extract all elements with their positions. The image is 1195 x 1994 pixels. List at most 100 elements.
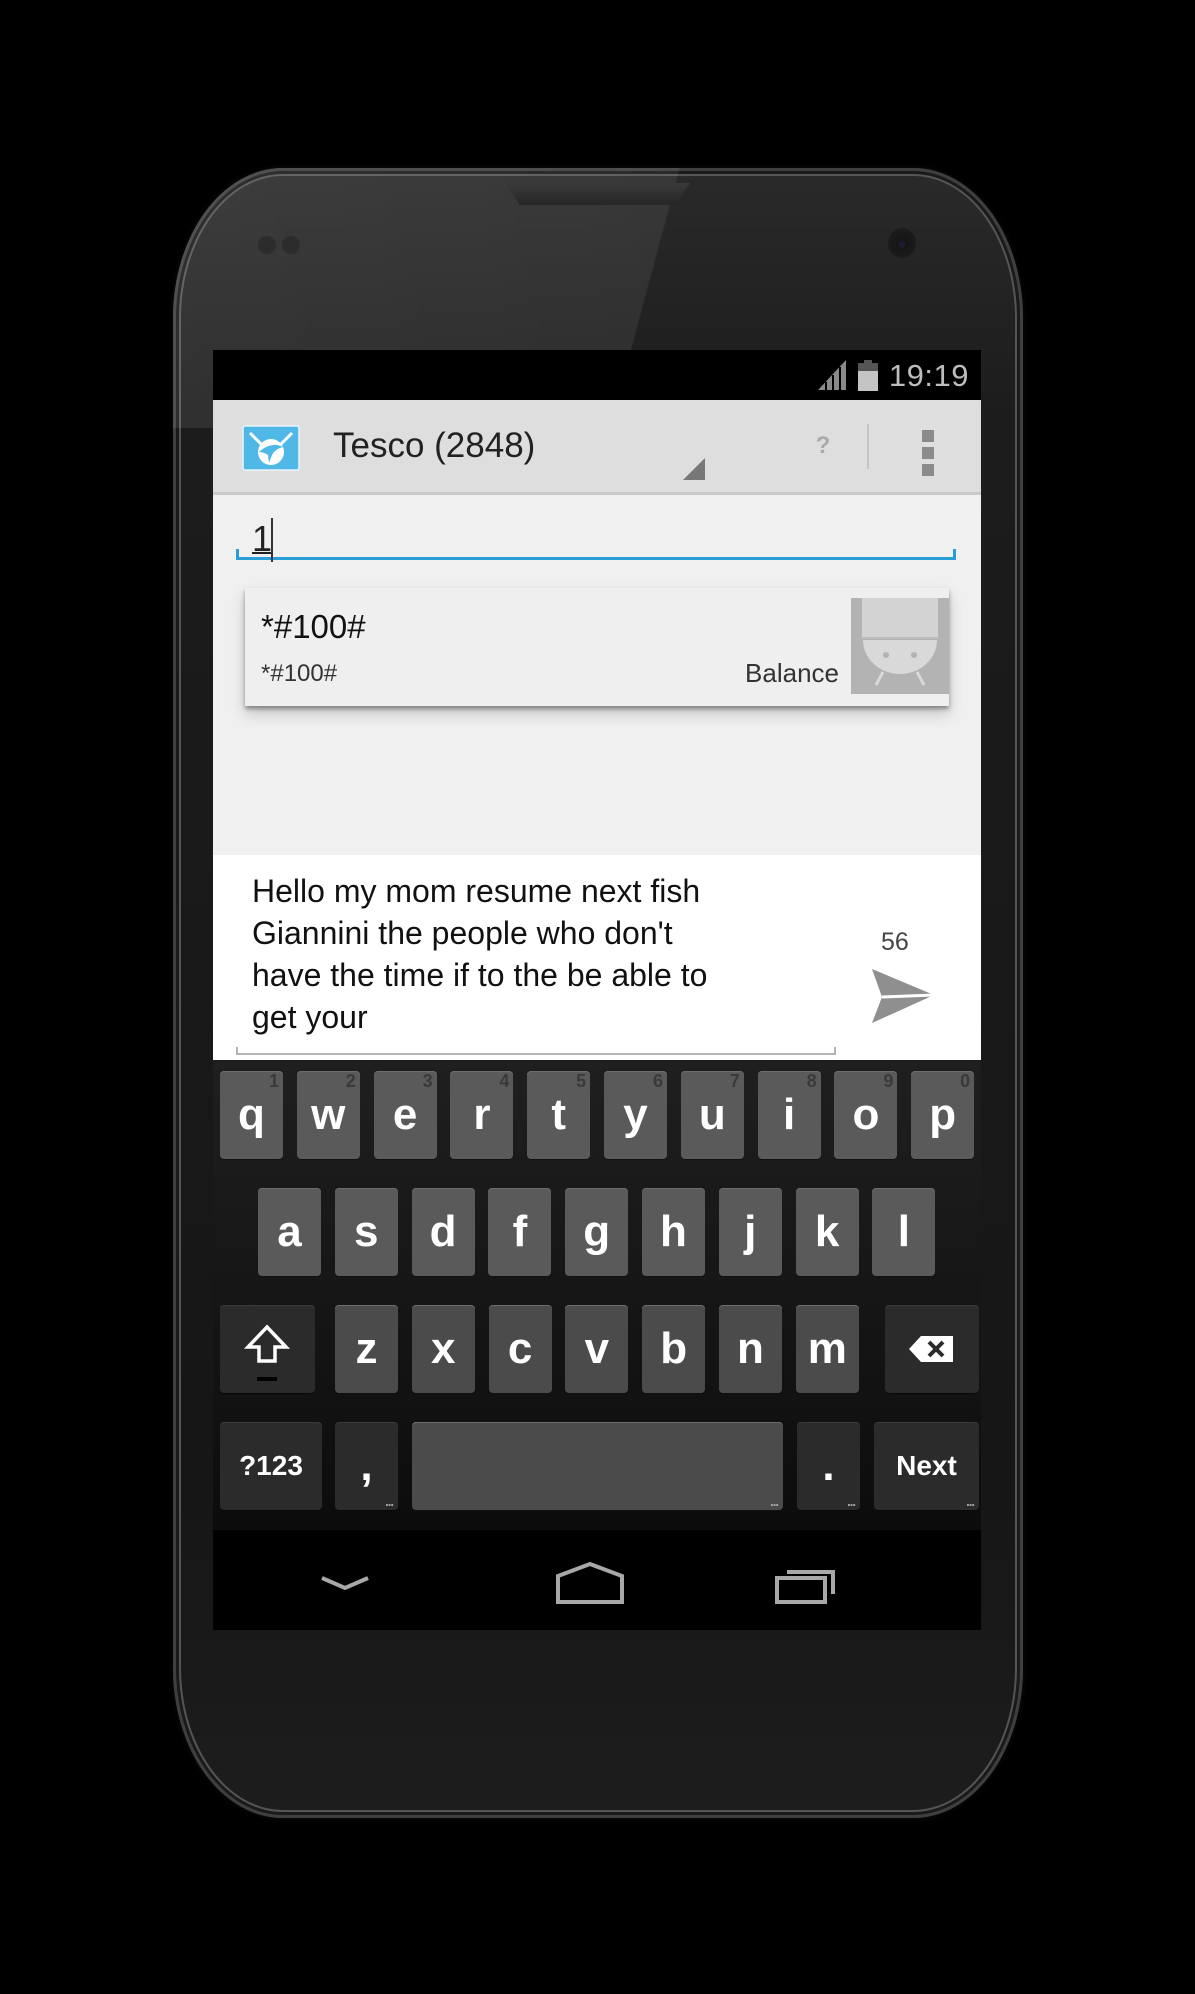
key-q[interactable]: 1q (220, 1071, 283, 1159)
key-f[interactable]: f (488, 1188, 552, 1276)
overflow-menu-icon[interactable] (903, 420, 953, 476)
app-logo-icon[interactable] (242, 425, 300, 471)
home-icon[interactable] (535, 1552, 645, 1612)
key-s[interactable]: s (334, 1188, 398, 1276)
key-hint: 6 (652, 1071, 663, 1091)
suggestion-name: *#100# (261, 608, 366, 645)
default-contact-avatar-icon (851, 598, 949, 694)
back-down-chevron-icon[interactable] (290, 1552, 400, 1612)
more-keys-hint: ... (770, 1494, 779, 1509)
key-d[interactable]: d (411, 1188, 475, 1276)
key-l[interactable]: l (872, 1188, 936, 1276)
sender-title: Tesco (2848) (333, 426, 536, 465)
send-icon[interactable] (868, 965, 938, 1030)
key-p[interactable]: 0p (911, 1071, 975, 1159)
key-label: a (277, 1207, 302, 1256)
compose-area: Hello my mom resume next fish Giannini t… (213, 855, 981, 1060)
key-hint: 3 (422, 1071, 433, 1091)
suggestion-label: Balance (745, 658, 839, 688)
sender-spinner[interactable]: Tesco (2848) (333, 400, 793, 492)
key-label: m (807, 1324, 847, 1373)
key-label: d (429, 1207, 457, 1256)
key-k[interactable]: k (795, 1188, 859, 1276)
key-i[interactable]: 8i (757, 1071, 821, 1159)
overflow-dot (922, 430, 934, 442)
key-u[interactable]: 7u (680, 1071, 744, 1159)
key-j[interactable]: j (718, 1188, 782, 1276)
help-button[interactable]: ? (793, 420, 853, 472)
battery-icon (858, 360, 878, 391)
key-hint: 7 (729, 1071, 740, 1091)
symbols-key[interactable]: ?123 (220, 1422, 322, 1510)
key-h[interactable]: h (642, 1188, 705, 1276)
signal-icon (818, 360, 846, 390)
period-key[interactable]: .... (797, 1422, 860, 1510)
message-text: Hello my mom resume next fish Giannini t… (252, 873, 708, 1035)
key-label: c (507, 1324, 533, 1373)
key-hint: 8 (806, 1071, 817, 1091)
key-x[interactable]: x (411, 1305, 475, 1393)
key-hint: 4 (499, 1071, 510, 1091)
key-label: s (354, 1207, 379, 1256)
status-bar: 19:19 (213, 350, 981, 400)
key-g[interactable]: g (565, 1188, 629, 1276)
key-label: l (897, 1207, 910, 1256)
light-sensor (282, 236, 300, 254)
text-cursor (271, 518, 273, 562)
backspace-icon (909, 1336, 953, 1362)
key-label: k (814, 1207, 840, 1256)
more-keys-hint: ... (847, 1494, 856, 1509)
clock: 19:19 (888, 358, 969, 393)
key-o[interactable]: 9o (834, 1071, 898, 1159)
key-y[interactable]: 6y (604, 1071, 667, 1159)
proximity-sensor (258, 236, 276, 254)
key-c[interactable]: c (488, 1305, 552, 1393)
recent-apps-icon[interactable] (751, 1552, 861, 1612)
suggestion-number: *#100# (261, 660, 338, 687)
overflow-dot (922, 447, 934, 459)
key-t[interactable]: 5t (527, 1071, 591, 1159)
comma-key[interactable]: ,... (335, 1422, 398, 1510)
more-keys-hint: ... (385, 1494, 394, 1509)
key-label: n (737, 1324, 764, 1373)
key-hint: 2 (345, 1071, 356, 1091)
key-v[interactable]: v (565, 1305, 629, 1393)
spinner-arrow-icon (683, 458, 705, 480)
more-keys-hint: ... (966, 1494, 975, 1509)
key-e[interactable]: 3e (373, 1071, 437, 1159)
soft-keyboard: 1 q 2 w 3 e 4 r 5 t 6 y 7 u 8 i 9 o 0 p a s d f g h j k l z x c v b n m ?123… (213, 1060, 981, 1530)
action-bar: Tesco (2848) ? (213, 400, 981, 495)
key-label: g (583, 1207, 611, 1256)
key-b[interactable]: b (642, 1305, 706, 1393)
key-n[interactable]: n (719, 1305, 782, 1393)
key-label: b (660, 1324, 688, 1373)
backspace-key[interactable] (885, 1305, 979, 1393)
navigation-bar (213, 1530, 981, 1630)
key-hint: 1 (268, 1071, 279, 1091)
key-label: x (431, 1324, 456, 1373)
key-w[interactable]: 2w (296, 1071, 360, 1159)
suggestion-item[interactable]: *#100# *#100# Balance (245, 588, 949, 706)
space-key[interactable]: ... (412, 1422, 783, 1510)
shift-key[interactable] (220, 1305, 315, 1393)
key-label: h (660, 1207, 687, 1256)
recipient-input[interactable]: 1 (236, 510, 956, 562)
key-m[interactable]: m (795, 1305, 859, 1393)
key-r[interactable]: 4r (450, 1071, 514, 1159)
key-hint: 9 (883, 1071, 894, 1091)
key-z[interactable]: z (335, 1305, 398, 1393)
action-bar-divider (867, 424, 869, 469)
key-a[interactable]: a (258, 1188, 321, 1276)
overflow-dot (922, 464, 934, 476)
screen: 19:19 Tesco (2848) ? 1 *#100# *#100# Bal… (213, 350, 981, 1630)
front-camera (888, 228, 916, 258)
key-label: ?123 (239, 1450, 303, 1481)
next-key[interactable]: Next... (874, 1422, 979, 1510)
recipient-area: 1 *#100# *#100# Balance (213, 495, 981, 855)
shift-icon (243, 1324, 291, 1381)
key-label: f (512, 1207, 528, 1256)
message-input[interactable]: Hello my mom resume next fish Giannini t… (236, 855, 836, 1055)
key-label: z (355, 1324, 378, 1373)
earpiece-speaker (505, 183, 690, 205)
key-label: j (744, 1207, 757, 1256)
